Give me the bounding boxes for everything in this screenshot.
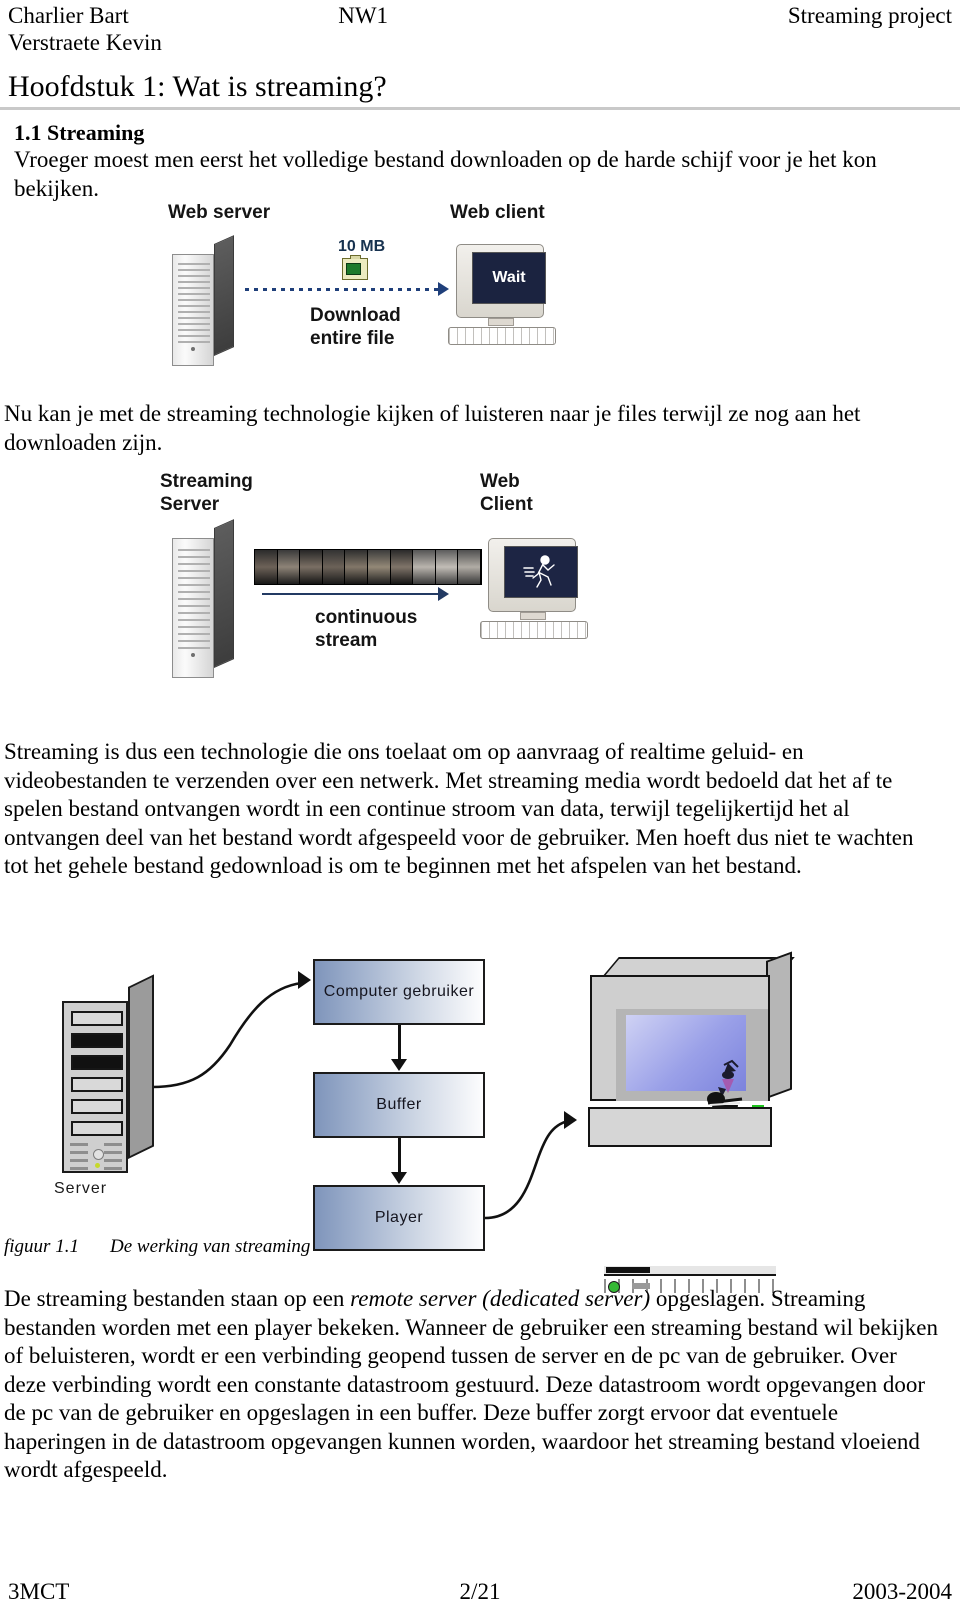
filmstrip-icon [254, 549, 482, 585]
fig3-server-label: Server [54, 1180, 108, 1197]
footer-left: 3MCT [8, 1579, 70, 1604]
fig3-arrow-buffer-to-player-icon [391, 1172, 407, 1184]
figure-caption-number: figuur 1.1 [4, 1236, 79, 1257]
figure-caption: figuur 1.1 De werking van streaming [4, 1236, 310, 1258]
fig1-web-server-label: Web server [168, 202, 271, 223]
paragraph-2: Nu kan je met de streaming technologie k… [4, 401, 861, 455]
header-divider [0, 107, 960, 110]
fig3-box-computer-gebruiker: Computer gebruiker [313, 959, 485, 1025]
fig3-line-buffer-to-player [398, 1138, 401, 1176]
running-man-icon [523, 555, 555, 588]
paragraph-4: De streaming bestanden staan op een remo… [4, 1285, 942, 1485]
fig3-box-player-label: Player [374, 1209, 424, 1226]
fig2-client-label-line1: Web [480, 471, 520, 492]
fig2-stream-line [262, 593, 440, 595]
figure-download-diagram: Web server Web client 10 MB Download ent… [150, 196, 600, 371]
fig1-client-monitor-icon: Wait [448, 244, 556, 348]
paragraph-4-italic: remote server (dedicated server) [350, 1286, 651, 1311]
figure-streaming-diagram: Streaming Server Web Client continuous s… [150, 466, 600, 691]
fig3-desktop-pc-icon [580, 951, 804, 1293]
paragraph-1: Vroeger moest men eerst het volledige be… [14, 147, 877, 201]
fig1-file-size-label: 10 MB [338, 238, 386, 255]
footer-page-number: 2/21 [459, 1579, 501, 1604]
fig2-server-label-line1: Streaming [160, 471, 253, 492]
fig1-transfer-label-line2: entire file [310, 328, 395, 349]
fig3-line-user-to-buffer [398, 1025, 401, 1063]
fig1-screen-text: Wait [492, 269, 526, 286]
fig3-arrow-user-to-buffer-icon [391, 1059, 407, 1071]
fig1-transfer-label: Download entire file [310, 304, 401, 350]
document-page: Charlier Bart NW1 Streaming project Vers… [0, 0, 960, 1611]
fig3-box-buffer-label: Buffer [376, 1096, 422, 1113]
fig1-server-tower-icon [172, 235, 234, 366]
figure-caption-text: De werking van streaming [110, 1236, 311, 1257]
fig2-streaming-server-label: Streaming Server [160, 470, 253, 516]
fig2-server-tower-icon [172, 519, 234, 678]
fig2-client-monitor-icon [480, 538, 588, 642]
fig1-web-client-label: Web client [450, 202, 545, 223]
paragraph-3: Streaming is dus een technologie die ons… [4, 739, 914, 878]
fig1-transfer-line [245, 288, 440, 291]
figure-1-1-streaming-flow: Server Computer gebruiker Buffer Player [40, 925, 830, 1293]
fig3-box-buffer: Buffer [313, 1072, 485, 1138]
fig2-client-label-line2: Client [480, 494, 533, 515]
paragraph-4-part1: De streaming bestanden staan op een [4, 1286, 351, 1311]
fig2-server-label-line2: Server [160, 494, 220, 515]
fig3-server-tower-icon [62, 974, 154, 1173]
fig2-stream-label-line2: stream [315, 630, 378, 651]
fig1-transfer-label-line1: Download [310, 305, 401, 326]
file-icon [342, 255, 368, 280]
fig3-box-user-label: Computer gebruiker [323, 983, 475, 1000]
running-footer: 3MCT 2/21 2003-2004 [8, 1578, 952, 1605]
fig2-stream-arrow-icon [438, 587, 449, 601]
header-author-1: Charlier Bart [8, 3, 129, 28]
section-heading: 1.1 Streaming [14, 120, 145, 145]
header-course: NW1 [338, 3, 389, 28]
fig2-stream-label: continuous stream [315, 606, 417, 652]
fig3-box-player: Player [313, 1185, 485, 1251]
header-author-2: Verstraete Kevin [8, 30, 162, 55]
paragraph-4-part2: opgeslagen. Streaming bestanden worden m… [4, 1286, 938, 1482]
fig1-keyboard-icon [448, 327, 556, 345]
fig2-web-client-label: Web Client [480, 470, 533, 516]
running-header: Charlier Bart NW1 Streaming project Vers… [8, 2, 953, 55]
fig2-stream-label-line1: continuous [315, 607, 418, 628]
fig2-keyboard-icon [480, 621, 588, 639]
chapter-title: Hoofdstuk 1: Wat is streaming? [8, 70, 387, 103]
footer-right: 2003-2004 [852, 1579, 952, 1604]
header-project: Streaming project [787, 3, 953, 28]
